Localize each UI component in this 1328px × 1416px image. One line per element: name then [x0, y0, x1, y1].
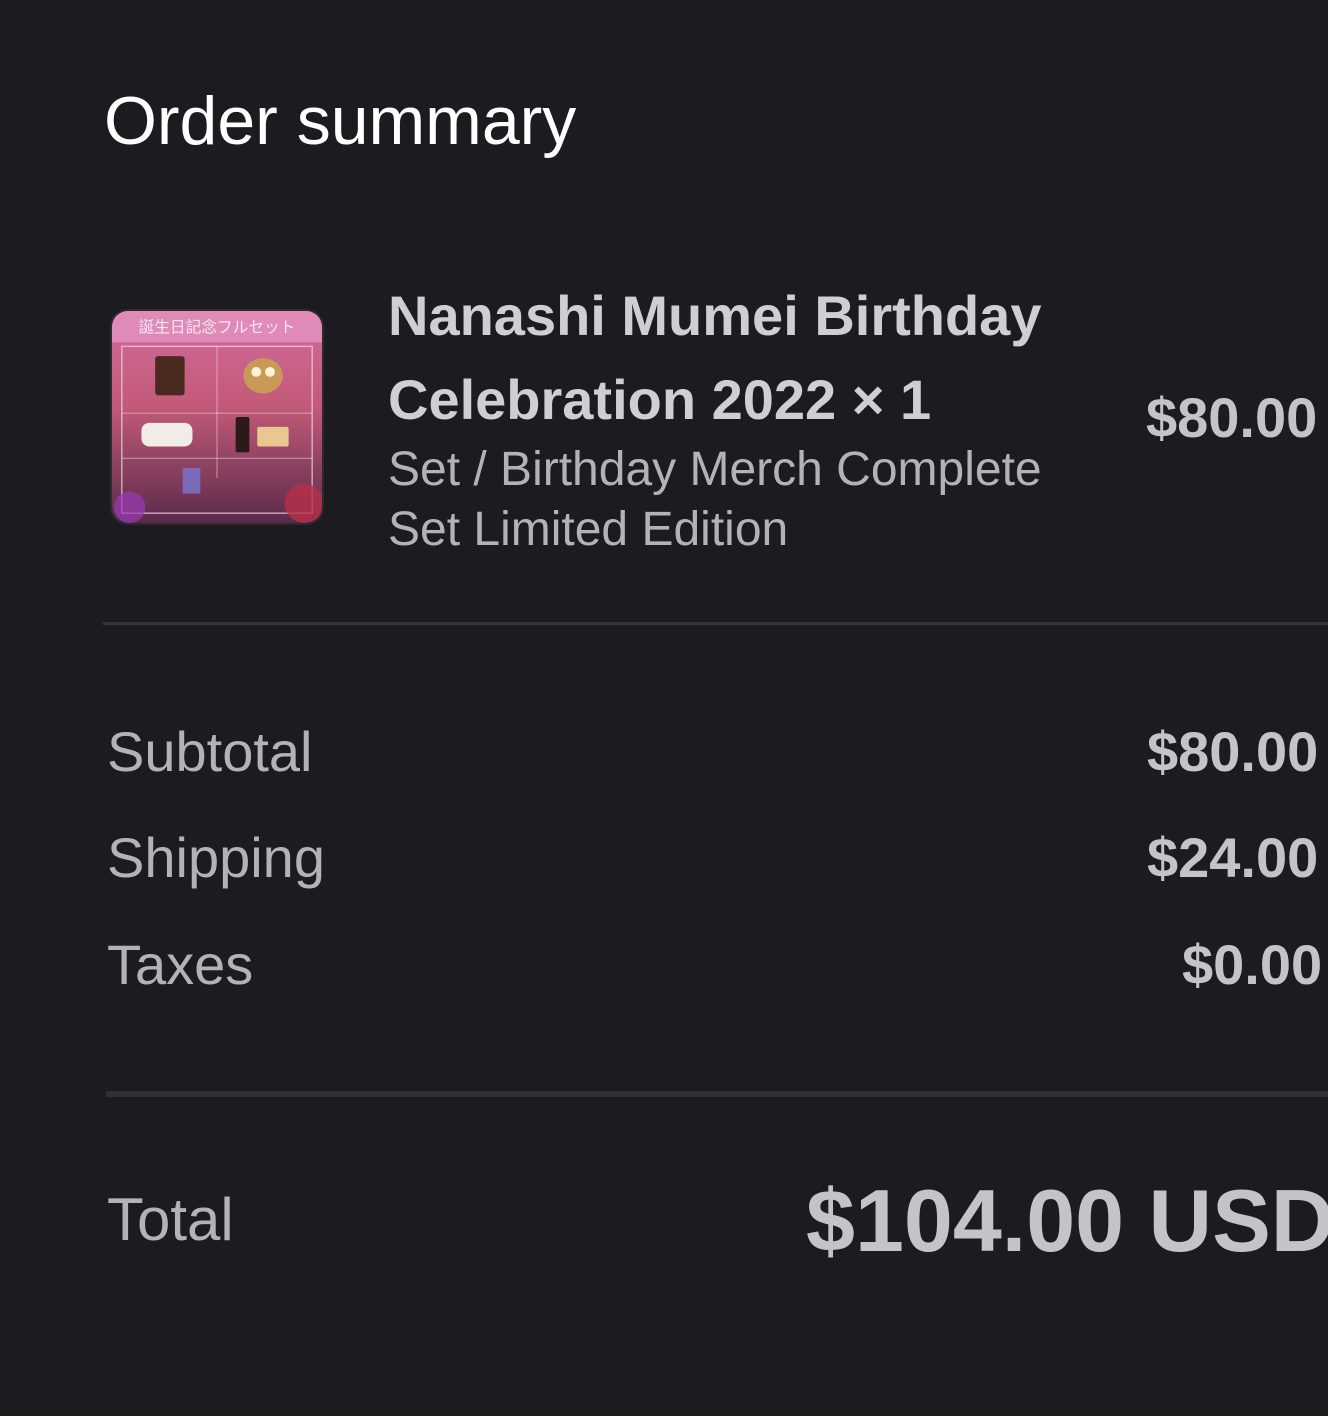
product-variant: Set / Birthday Merch Complete Set Limite…: [388, 443, 1042, 556]
divider: [103, 622, 1328, 625]
page-title: Order summary: [104, 83, 577, 159]
subtotal-label: Subtotal: [107, 720, 313, 783]
subtotal-value: $80.00: [1147, 720, 1319, 783]
thumbnail-banner: 誕生日記念フルセット: [139, 318, 296, 337]
divider: [106, 1091, 1328, 1097]
product-price: $80.00: [1146, 386, 1318, 449]
shipping-value: $24.00: [1147, 826, 1319, 889]
product-name[interactable]: Nanashi Mumei Birthday Celebration 2022 …: [388, 274, 1088, 442]
taxes-value: $0.00: [1182, 933, 1323, 996]
product-thumbnail[interactable]: 誕生日記念フルセット: [110, 309, 324, 525]
taxes-label: Taxes: [107, 933, 254, 996]
product-image: 誕生日記念フルセット: [112, 311, 322, 523]
total-label: Total: [107, 1186, 234, 1253]
shipping-label: Shipping: [107, 826, 325, 889]
total-value: $104.00 USD: [806, 1171, 1328, 1270]
